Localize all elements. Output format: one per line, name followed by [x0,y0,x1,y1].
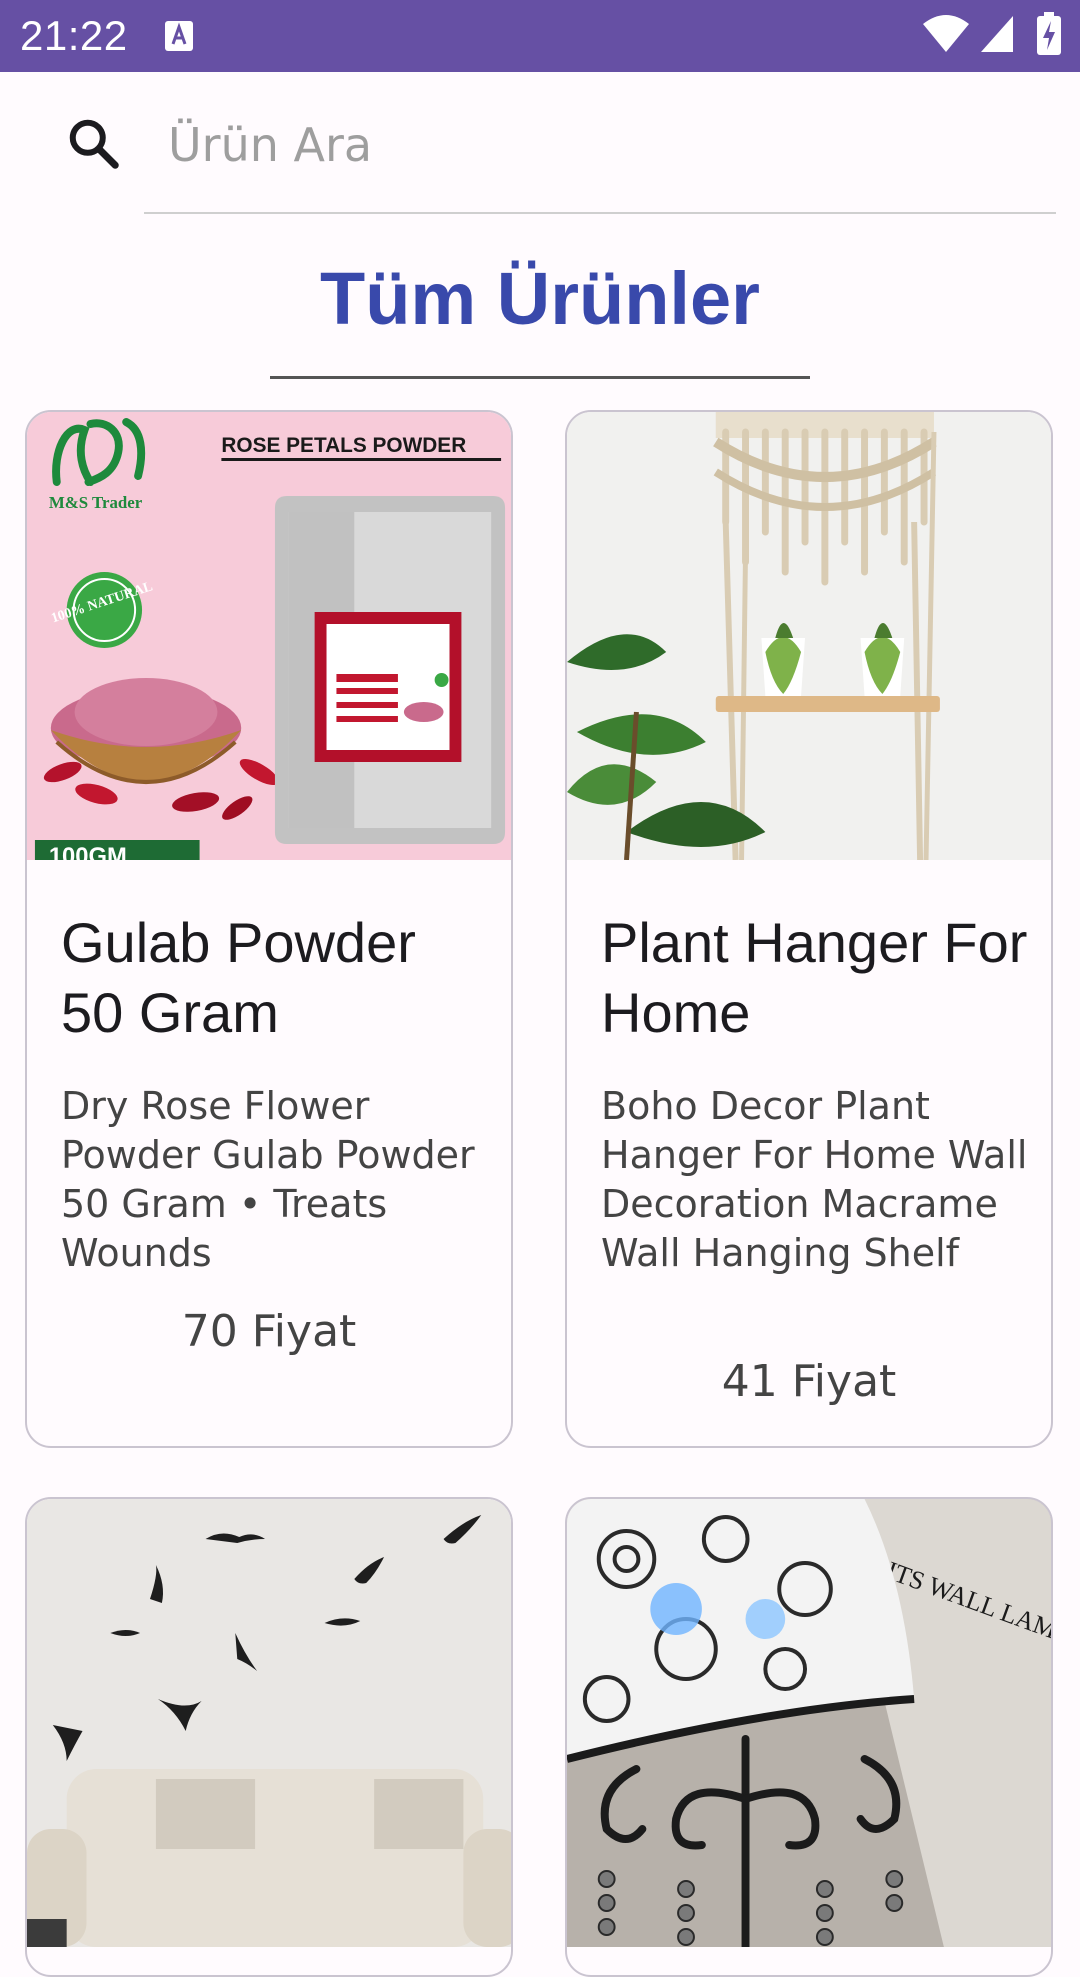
page-title: Tüm Ürünler [320,257,760,340]
status-bar: 21:22 [0,0,1080,72]
battery-charging-icon [1037,12,1061,55]
brand-text: M&S Trader [49,493,143,512]
product-card[interactable]: M&S Trader ROSE PETALS POWDER 100% NATUR… [25,410,513,1448]
product-image: M&S Trader ROSE PETALS POWDER 100% NATUR… [27,412,511,860]
search-input[interactable] [144,100,1044,190]
status-time: 21:22 [20,12,128,59]
title-divider [270,376,810,379]
product-price: 41 Fiyat [721,1356,897,1407]
product-title: Gulab Powder 50 Gram [61,911,416,1044]
product-image: LIGHTS WALL LAMP [567,1499,1051,1947]
product-card[interactable]: LIGHTS WALL LAMP [565,1497,1053,1977]
keyboard-a-icon [165,21,193,51]
weight-label: 100GM [49,843,127,860]
product-title: Plant Hanger For Home [601,911,1028,1044]
product-image [27,1499,511,1947]
image-heading: ROSE PETALS POWDER [221,434,466,457]
search-underline [144,212,1056,214]
product-card[interactable]: Plant Hanger For Home Boho Decor Plant H… [565,410,1053,1448]
search-icon[interactable] [64,114,124,174]
product-description: Boho Decor Plant Hanger For Home Wall De… [601,1084,1028,1275]
product-description: Dry Rose Flower Powder Gulab Powder 50 G… [61,1084,475,1275]
product-card[interactable] [25,1497,513,1977]
product-image [567,412,1051,860]
wifi-icon [923,15,969,52]
product-price: 70 Fiyat [181,1306,357,1357]
signal-icon [981,16,1013,52]
